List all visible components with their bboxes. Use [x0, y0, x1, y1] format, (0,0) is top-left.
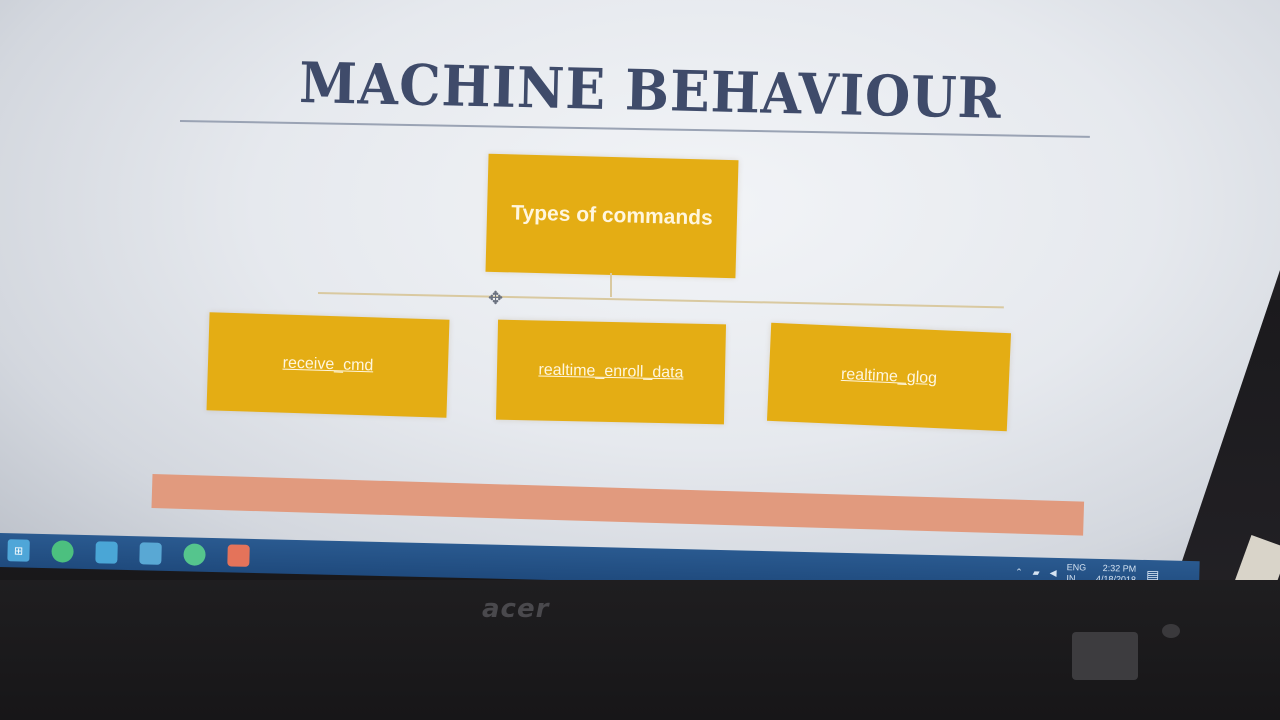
whatsapp-icon[interactable] [183, 543, 206, 566]
diagram-child-box-realtime-enroll-data[interactable]: realtime_enroll_data [495, 319, 727, 425]
tray-chevron-icon[interactable]: ⌃ [1015, 566, 1023, 577]
connector-horizontal [317, 292, 1004, 309]
diagram-root-label: Types of commands [510, 201, 714, 230]
clock-time: 2:32 PM [1102, 562, 1137, 574]
slide-footer-bar [151, 474, 1085, 536]
diagram-child-label: realtime_glog [840, 365, 938, 388]
tray-network-icon[interactable]: ▰ [1033, 567, 1040, 578]
laptop-screen: MACHINE BEHAVIOUR Types of commands rece… [0, 0, 1280, 582]
photo-scene: MACHINE BEHAVIOUR Types of commands rece… [0, 0, 1280, 720]
tray-volume-icon[interactable]: ◀ [1050, 567, 1057, 578]
diagram-child-label: receive_cmd [282, 354, 374, 375]
slide-title: MACHINE BEHAVIOUR [298, 50, 1003, 132]
file-explorer-icon[interactable] [139, 542, 162, 565]
store-icon[interactable] [95, 541, 118, 564]
windows-start-icon[interactable]: ⊞ [7, 539, 30, 562]
diagram-root-box[interactable]: Types of commands [485, 153, 739, 279]
desk-device [1072, 632, 1138, 680]
brand-logo: acer [482, 594, 550, 624]
diagram-child-label: realtime_enroll_data [538, 361, 684, 382]
chrome-icon[interactable] [51, 540, 74, 563]
connector-vertical [610, 273, 612, 297]
diagram-child-box-realtime-glog[interactable]: realtime_glog [766, 322, 1012, 432]
lang-top: ENG [1066, 562, 1087, 573]
move-cursor-icon: ✥ [488, 288, 504, 308]
powerpoint-icon[interactable] [227, 544, 250, 567]
indicator-light [1162, 624, 1180, 638]
diagram-child-box-receive-cmd[interactable]: receive_cmd [206, 312, 450, 418]
